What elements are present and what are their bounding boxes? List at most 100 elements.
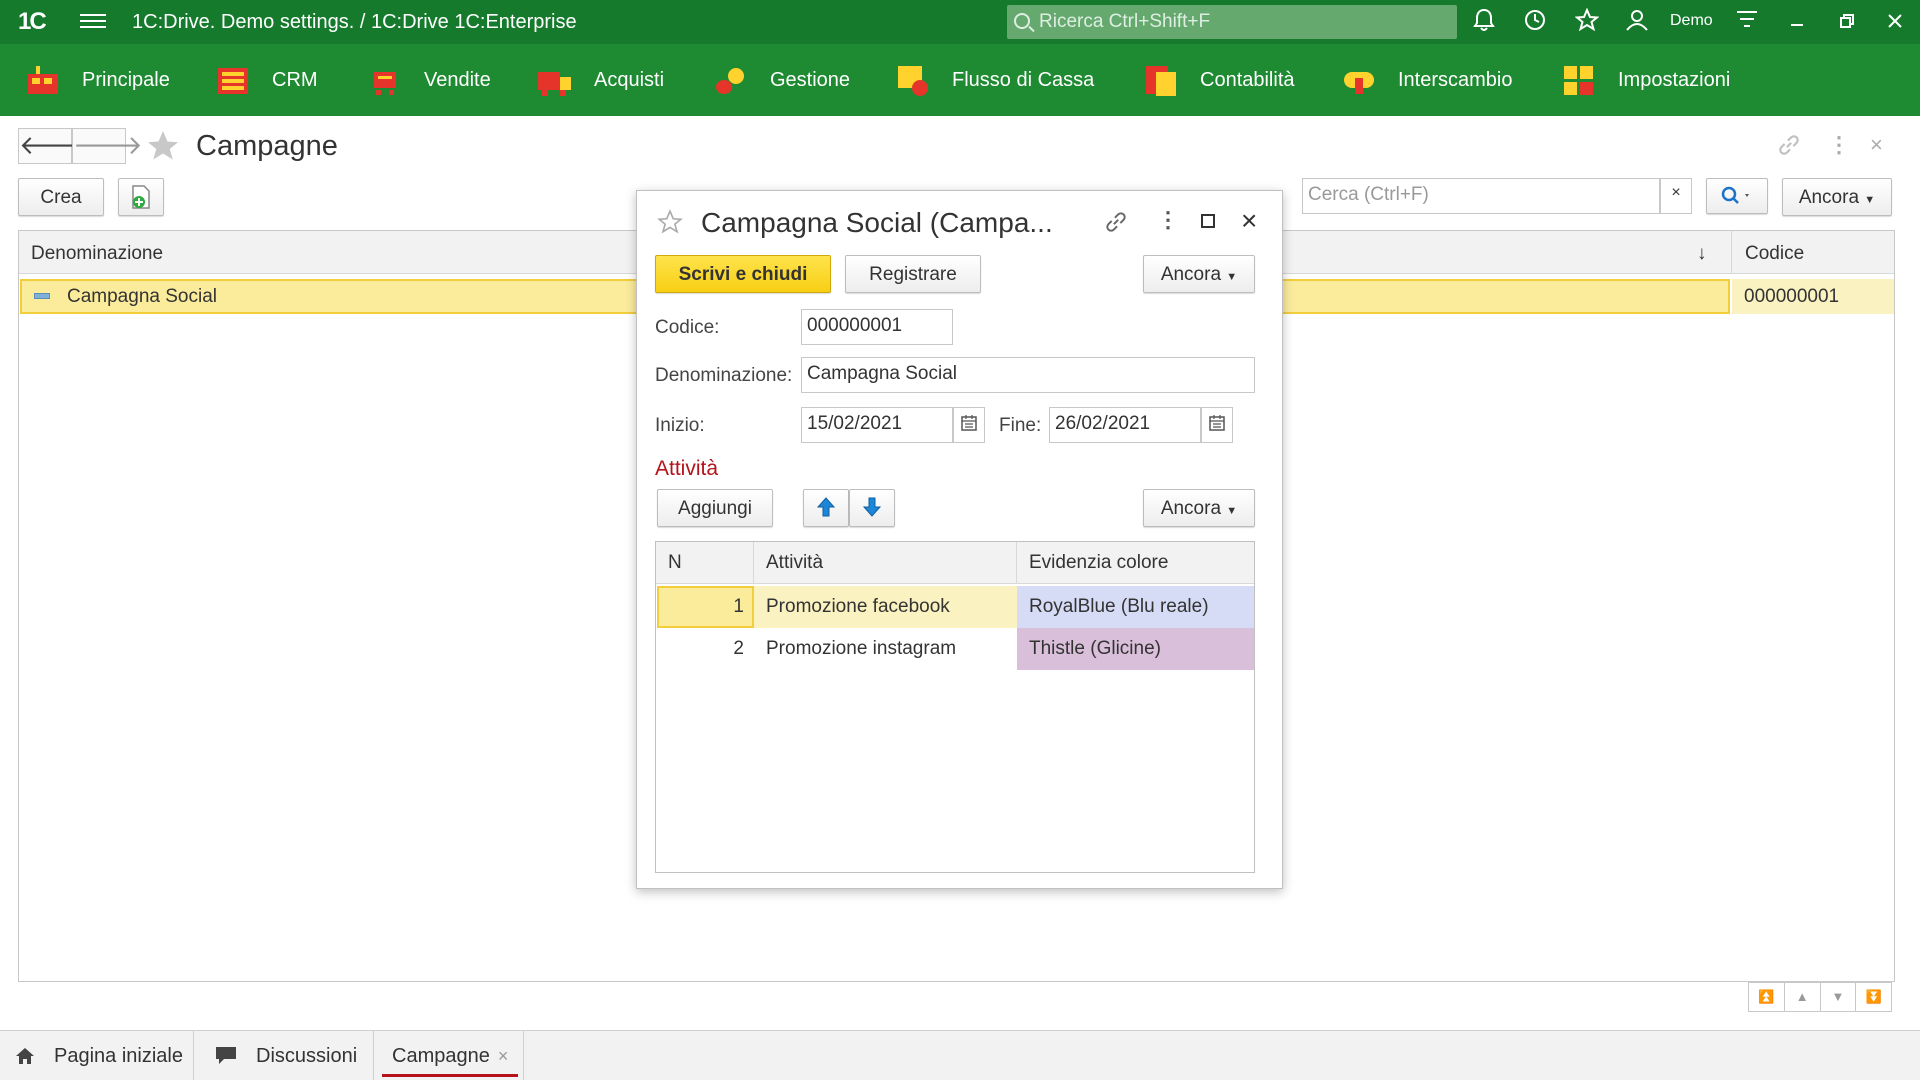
- add-activity-button[interactable]: Aggiungi: [657, 489, 773, 527]
- forward-button[interactable]: 🡒: [72, 128, 143, 164]
- arrow-up-icon: [816, 497, 836, 517]
- home-icon: [16, 1048, 34, 1064]
- section-gestione[interactable]: Gestione: [714, 44, 850, 116]
- bell-icon[interactable]: [1469, 8, 1499, 36]
- dialog-favorite-star-icon[interactable]: [657, 209, 683, 241]
- row-activity[interactable]: Promozione instagram: [754, 628, 1017, 670]
- row-number[interactable]: 1: [657, 586, 754, 628]
- save-and-close-button[interactable]: Scrivi e chiudi: [655, 255, 831, 293]
- scroll-down-icon[interactable]: ▼: [1821, 983, 1857, 1011]
- campaign-form-dialog: Campagna Social (Campa... ⋮ × Scrivi e c…: [636, 190, 1283, 889]
- cash-section-icon: [896, 64, 930, 96]
- row-code-cell[interactable]: 000000001: [1732, 279, 1894, 314]
- dialog-close-icon[interactable]: ×: [1241, 205, 1257, 237]
- scroll-top-icon[interactable]: ⏫: [1749, 983, 1785, 1011]
- end-calendar-button[interactable]: [1201, 407, 1233, 443]
- maximize-icon[interactable]: [1201, 214, 1215, 228]
- clear-search-icon[interactable]: ×: [1660, 178, 1692, 214]
- open-windows-bar: Pagina iniziale Discussioni Campagne ×: [0, 1030, 1920, 1080]
- scroll-bottom-icon[interactable]: ⏬: [1856, 983, 1891, 1011]
- section-flusso-di-cassa[interactable]: Flusso di Cassa: [896, 44, 1094, 116]
- column-header-codice[interactable]: Codice: [1745, 243, 1804, 265]
- calendar-icon: [961, 415, 977, 431]
- scroll-up-icon[interactable]: ▲: [1785, 983, 1821, 1011]
- table-row[interactable]: 1 Promozione facebook RoyalBlue (Blu rea…: [656, 586, 1254, 628]
- start-date-field[interactable]: 15/02/2021: [801, 407, 953, 443]
- sort-arrow-icon[interactable]: ↓: [1697, 243, 1707, 265]
- close-page-icon[interactable]: ×: [1870, 132, 1883, 158]
- end-date-field[interactable]: 26/02/2021: [1049, 407, 1201, 443]
- tab-pagina-iniziale[interactable]: Pagina iniziale: [0, 1031, 194, 1080]
- name-field[interactable]: Campagna Social: [801, 357, 1255, 393]
- minimize-icon[interactable]: [1782, 8, 1812, 36]
- section-impostazioni[interactable]: Impostazioni: [1562, 44, 1730, 116]
- tab-campagne[interactable]: Campagne ×: [374, 1031, 524, 1080]
- active-tab-indicator: [382, 1074, 518, 1077]
- activities-table[interactable]: N Attività Evidenzia colore 1 Promozione…: [655, 541, 1255, 873]
- home-section-icon: [26, 64, 60, 96]
- column-header-denominazione[interactable]: Denominazione: [31, 243, 163, 265]
- calendar-icon: [1209, 415, 1225, 431]
- dialog-link-icon[interactable]: [1103, 209, 1129, 241]
- arrow-down-icon: [862, 497, 882, 517]
- crm-section-icon: [216, 64, 250, 96]
- chat-icon: [216, 1047, 236, 1064]
- settings-section-icon: [1562, 64, 1596, 96]
- back-button[interactable]: 🡐: [18, 128, 89, 164]
- dialog-more-actions-icon[interactable]: ⋮: [1157, 207, 1179, 233]
- search-options-button[interactable]: [1706, 178, 1768, 214]
- truck-section-icon: [538, 64, 572, 96]
- section-principale[interactable]: Principale: [26, 44, 170, 116]
- cart-section-icon: [368, 64, 402, 96]
- close-tab-icon[interactable]: ×: [498, 1046, 509, 1067]
- activities-table-header: N Attività Evidenzia colore: [656, 542, 1254, 584]
- settings-menu-icon[interactable]: [1732, 8, 1762, 36]
- section-contabilita[interactable]: Contabilità: [1144, 44, 1295, 116]
- table-row[interactable]: 2 Promozione instagram Thistle (Glicine): [656, 628, 1254, 670]
- dialog-more-button[interactable]: Ancora ▼: [1143, 255, 1255, 293]
- row-color[interactable]: RoyalBlue (Blu reale): [1017, 586, 1254, 628]
- tab-discussioni[interactable]: Discussioni: [194, 1031, 374, 1080]
- link-icon[interactable]: [1776, 132, 1802, 164]
- app-logo: 1C: [18, 8, 47, 35]
- row-color[interactable]: Thistle (Glicine): [1017, 628, 1254, 670]
- search-icon: [1721, 186, 1749, 204]
- cloud-exchange-section-icon: [1342, 64, 1376, 96]
- app-title: 1C:Drive. Demo settings. / 1C:Drive 1C:E…: [132, 11, 577, 33]
- list-search-input[interactable]: Cerca (Ctrl+F): [1302, 178, 1660, 214]
- code-label: Codice:: [655, 317, 720, 338]
- favorites-star-icon[interactable]: [1572, 7, 1602, 36]
- section-crm[interactable]: CRM: [216, 44, 318, 116]
- more-actions-icon[interactable]: ⋮: [1828, 132, 1850, 158]
- favorite-star-icon[interactable]: [144, 128, 182, 170]
- close-window-icon[interactable]: [1880, 8, 1910, 36]
- ledger-section-icon: [1144, 64, 1178, 96]
- user-name[interactable]: Demo: [1670, 12, 1713, 30]
- gears-section-icon: [714, 64, 748, 96]
- save-button[interactable]: Registrare: [845, 255, 981, 293]
- create-copy-button[interactable]: [118, 178, 164, 216]
- code-field[interactable]: 000000001: [801, 309, 953, 345]
- row-name: Campagna Social: [67, 286, 217, 307]
- history-icon[interactable]: [1520, 8, 1550, 36]
- section-acquisti[interactable]: Acquisti: [538, 44, 664, 116]
- section-vendite[interactable]: Vendite: [368, 44, 491, 116]
- global-search-input[interactable]: Ricerca Ctrl+Shift+F: [1007, 5, 1457, 39]
- activities-more-button[interactable]: Ancora ▼: [1143, 489, 1255, 527]
- main-menu-icon[interactable]: [80, 10, 106, 32]
- list-scroll-buttons: ⏫ ▲ ▼ ⏬: [1748, 982, 1892, 1012]
- user-icon[interactable]: [1622, 8, 1652, 36]
- move-up-button[interactable]: [803, 489, 849, 527]
- column-header-attivita[interactable]: Attività: [754, 542, 1017, 584]
- section-interscambio[interactable]: Interscambio: [1342, 44, 1513, 116]
- column-header-evidenzia-colore[interactable]: Evidenzia colore: [1017, 542, 1254, 584]
- restore-icon[interactable]: [1832, 8, 1862, 36]
- move-down-button[interactable]: [849, 489, 895, 527]
- row-activity[interactable]: Promozione facebook: [754, 586, 1017, 628]
- activities-section-title: Attività: [655, 457, 719, 480]
- column-header-n[interactable]: N: [656, 542, 754, 584]
- create-button[interactable]: Crea: [18, 178, 104, 216]
- start-calendar-button[interactable]: [953, 407, 985, 443]
- row-number[interactable]: 2: [656, 628, 754, 670]
- more-button[interactable]: Ancora ▼: [1782, 178, 1892, 216]
